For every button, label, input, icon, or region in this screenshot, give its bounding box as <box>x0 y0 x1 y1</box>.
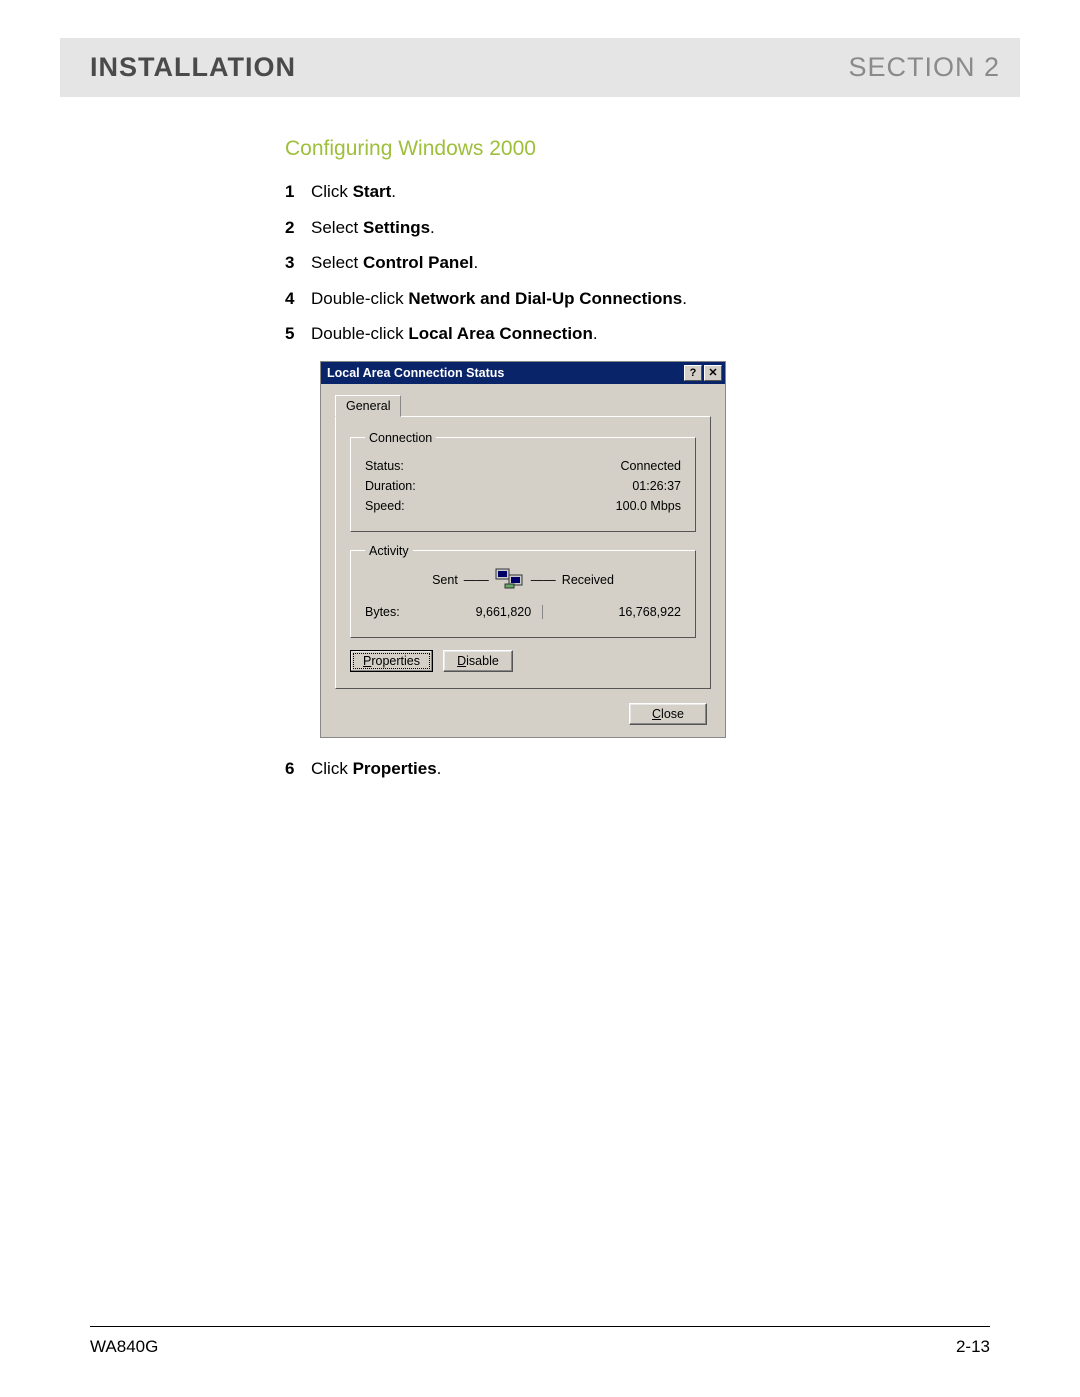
step-item: 1 Click Start. <box>285 179 990 205</box>
received-label: Received <box>562 573 614 587</box>
step-text: Select Control Panel. <box>311 250 478 276</box>
step-item: 2 Select Settings. <box>285 215 990 241</box>
activity-dash: —— <box>531 573 556 587</box>
step-number: 2 <box>285 215 311 241</box>
step-text: Click Properties. <box>311 756 441 782</box>
step-item: 4 Double-click Network and Dial-Up Conne… <box>285 286 990 312</box>
properties-button[interactable]: Properties <box>350 650 433 672</box>
dialog-title: Local Area Connection Status <box>327 366 504 380</box>
disable-button[interactable]: Disable <box>443 650 513 672</box>
step-text: Double-click Network and Dial-Up Connect… <box>311 286 687 312</box>
status-value: Connected <box>621 459 681 473</box>
header-section: SECTION 2 <box>848 52 1000 83</box>
step-number: 3 <box>285 250 311 276</box>
activity-dash: —— <box>464 573 489 587</box>
bytes-received: 16,768,922 <box>618 605 681 620</box>
tab-panel: Connection Status: Connected Duration: 0… <box>335 416 711 690</box>
status-label: Status: <box>365 459 404 473</box>
footer-page: 2-13 <box>956 1337 990 1357</box>
separator <box>542 605 543 619</box>
connection-status-dialog: Local Area Connection Status ? ✕ General… <box>320 361 726 739</box>
help-button[interactable]: ? <box>684 365 702 381</box>
step-text: Double-click Local Area Connection. <box>311 321 598 347</box>
close-button[interactable]: Close <box>629 703 707 725</box>
connection-legend: Connection <box>365 431 436 445</box>
header-title: INSTALLATION <box>90 52 296 83</box>
step-text: Click Start. <box>311 179 396 205</box>
duration-label: Duration: <box>365 479 416 493</box>
step-item: 3 Select Control Panel. <box>285 250 990 276</box>
bytes-sent: 9,661,820 <box>476 605 532 619</box>
step-item: 6 Click Properties. <box>285 756 990 782</box>
titlebar[interactable]: Local Area Connection Status ? ✕ <box>321 362 725 384</box>
duration-value: 01:26:37 <box>632 479 681 493</box>
tab-general[interactable]: General <box>335 395 401 417</box>
step-number: 1 <box>285 179 311 205</box>
activity-legend: Activity <box>365 544 413 558</box>
step-list-b: 6 Click Properties. <box>285 756 990 782</box>
bytes-label: Bytes: <box>365 605 400 620</box>
network-computers-icon <box>495 568 525 593</box>
page-footer: WA840G 2-13 <box>90 1326 990 1357</box>
step-number: 6 <box>285 756 311 782</box>
step-item: 5 Double-click Local Area Connection. <box>285 321 990 347</box>
subheading: Configuring Windows 2000 <box>285 137 990 161</box>
connection-group: Connection Status: Connected Duration: 0… <box>350 431 696 532</box>
speed-label: Speed: <box>365 499 405 513</box>
activity-group: Activity Sent —— <box>350 544 696 639</box>
step-list-a: 1 Click Start. 2 Select Settings. 3 Sele… <box>285 179 990 347</box>
step-number: 4 <box>285 286 311 312</box>
sent-label: Sent <box>432 573 458 587</box>
speed-value: 100.0 Mbps <box>616 499 681 513</box>
step-number: 5 <box>285 321 311 347</box>
close-x-button[interactable]: ✕ <box>704 365 722 381</box>
step-text: Select Settings. <box>311 215 435 241</box>
page-header: INSTALLATION SECTION 2 <box>60 38 1020 97</box>
footer-model: WA840G <box>90 1337 158 1357</box>
